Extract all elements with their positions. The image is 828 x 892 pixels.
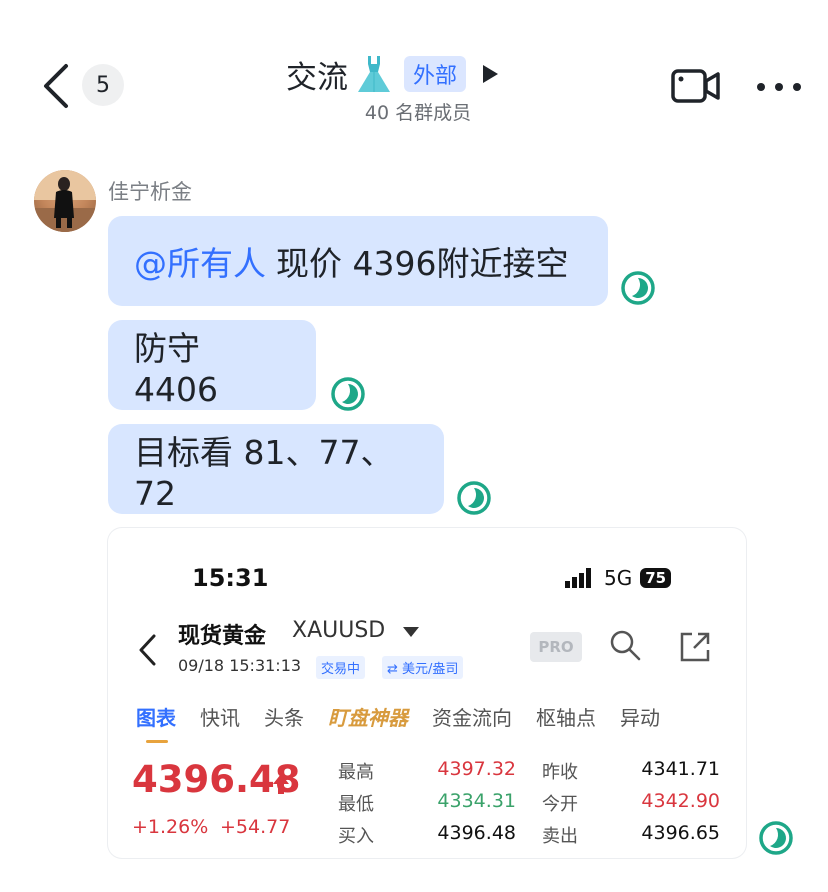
read-status-icon[interactable] xyxy=(758,820,794,856)
quote-datetime: 09/18 15:31:13 xyxy=(178,656,302,675)
status-time: 15:31 xyxy=(192,564,269,592)
ask-label: 卖出 xyxy=(542,826,578,847)
external-tag: 外部 xyxy=(404,56,467,92)
open-label: 今开 xyxy=(542,794,578,815)
tab-news-flash: 快讯 xyxy=(200,706,240,730)
open-value: 4342.90 xyxy=(641,790,720,812)
bid-label: 买入 xyxy=(338,826,374,847)
read-status-icon[interactable] xyxy=(456,480,492,516)
message-bubble[interactable]: 防守 4406 xyxy=(108,320,316,410)
status-bar: 5G 75 xyxy=(564,566,672,590)
sender-name: 佳宁析金 xyxy=(108,180,192,204)
low-label: 最低 xyxy=(338,794,374,815)
play-icon[interactable] xyxy=(480,63,500,85)
tab-monitor-tool: 盯盘神器 xyxy=(328,706,408,730)
battery-icon: 75 xyxy=(640,568,672,588)
message-text: 防守 4406 xyxy=(134,328,218,409)
prev-close-value: 4341.71 xyxy=(641,758,720,780)
share-icon xyxy=(680,632,710,662)
dress-icon xyxy=(358,56,390,92)
instrument-name: 现货黄金 xyxy=(178,624,267,649)
search-icon xyxy=(610,630,641,661)
message-text: 目标看 81、77、72 xyxy=(134,432,394,513)
low-value: 4334.31 xyxy=(437,790,516,812)
tab-headlines: 头条 xyxy=(264,706,304,730)
tab-fund-flow: 资金流向 xyxy=(432,706,512,730)
ask-value: 4396.65 xyxy=(641,822,720,844)
arrow-up-icon xyxy=(273,774,289,794)
image-message[interactable]: 15:31 5G 75 现货黄金 XAUUSD 09/18 15:31:13 交… xyxy=(108,528,746,858)
bid-value: 4396.48 xyxy=(437,822,516,844)
mention-all[interactable]: @所有人 xyxy=(134,237,266,285)
tab-movements: 异动 xyxy=(620,706,660,730)
pro-badge: PRO xyxy=(530,632,582,662)
signal-icon xyxy=(565,568,591,588)
network-label: 5G xyxy=(604,566,633,590)
read-status-icon[interactable] xyxy=(330,376,366,412)
change-amount: +54.77 xyxy=(220,816,291,838)
caret-down-icon xyxy=(403,627,419,637)
message-text: 现价 4396附近接空 xyxy=(276,244,569,283)
high-value: 4397.32 xyxy=(437,758,516,780)
message-bubble[interactable]: @所有人 现价 4396附近接空 xyxy=(108,216,608,306)
prev-close-label: 昨收 xyxy=(542,762,578,783)
read-status-icon[interactable] xyxy=(620,270,656,306)
back-icon xyxy=(139,634,156,666)
quote-tabs: 图表 快讯 头条 盯盘神器 资金流向 枢轴点 异动 xyxy=(136,702,684,743)
message-bubble[interactable]: 目标看 81、77、72 xyxy=(108,424,444,514)
trading-status-tag: 交易中 xyxy=(316,656,366,679)
member-count[interactable]: 40 名群成员 xyxy=(0,98,780,125)
sender-avatar[interactable] xyxy=(34,170,96,232)
unit-tag: ⇄ 美元/盎司 xyxy=(382,656,464,679)
change-percent: +1.26% xyxy=(132,816,209,838)
more-icon[interactable] xyxy=(756,82,802,92)
tab-chart: 图表 xyxy=(136,702,176,743)
high-label: 最高 xyxy=(338,762,374,783)
video-call-icon[interactable] xyxy=(670,66,722,106)
chat-title: 交流 xyxy=(286,59,348,96)
chat-title-bar[interactable]: 交流 外部 xyxy=(286,52,500,96)
instrument-code: XAUUSD xyxy=(292,618,386,643)
tab-pivot-points: 枢轴点 xyxy=(536,706,596,730)
